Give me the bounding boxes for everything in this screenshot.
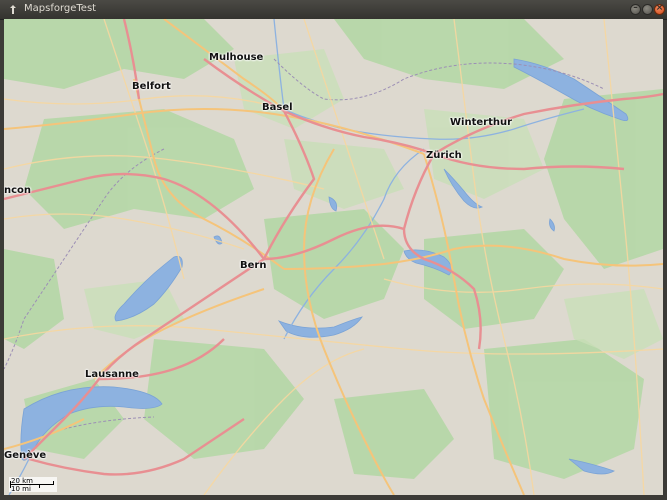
close-button[interactable]: × [654, 3, 665, 15]
app-icon [10, 5, 16, 14]
scale-bar: 20 km 10 mi [9, 477, 57, 493]
scale-tick [53, 481, 54, 485]
city-label-besancon: ncon [4, 185, 32, 196]
city-label-winterthur: Winterthur [450, 117, 513, 128]
map-canvas [4, 19, 663, 495]
window-title: MapsforgeTest [24, 3, 97, 14]
close-icon: × [655, 3, 664, 13]
city-label-bern: Bern [240, 260, 267, 271]
city-label-basel: Basel [262, 102, 293, 113]
city-label-belfort: Belfort [132, 81, 171, 92]
city-label-zurich: Zürich [426, 150, 462, 161]
minimize-icon: – [633, 3, 638, 13]
map-view[interactable]: Mulhouse Belfort Basel Winterthur Zürich… [4, 19, 663, 495]
app-window: MapsforgeTest – × Mulhouse Belfort Basel… [0, 0, 667, 500]
minimize-button[interactable]: – [630, 3, 641, 15]
city-label-lausanne: Lausanne [85, 369, 139, 380]
scale-tick [39, 484, 40, 488]
scale-imperial-label: 10 mi [11, 485, 31, 493]
city-label-mulhouse: Mulhouse [209, 52, 264, 63]
title-bar[interactable]: MapsforgeTest – × [0, 0, 667, 20]
city-label-geneve: Genève [4, 450, 47, 461]
maximize-button[interactable] [642, 4, 653, 15]
